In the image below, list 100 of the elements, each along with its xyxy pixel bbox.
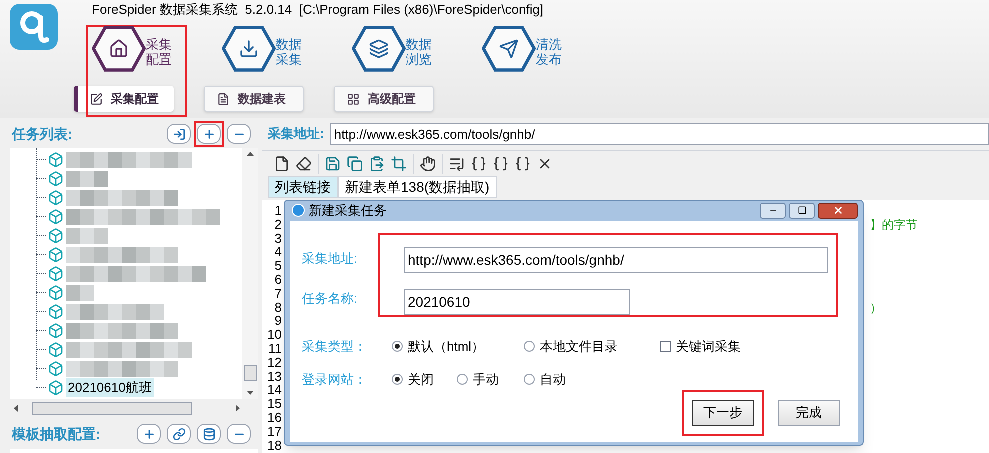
link-button[interactable] — [167, 424, 191, 444]
braces-icon[interactable] — [471, 156, 487, 172]
paste-icon[interactable] — [369, 156, 385, 172]
radio-button[interactable] — [524, 374, 535, 386]
cube-icon — [48, 380, 64, 396]
nav-button[interactable] — [92, 26, 146, 72]
line-number: 8 — [274, 300, 282, 314]
copy-icon[interactable] — [347, 156, 363, 172]
editor-tab[interactable]: 列表链接 — [268, 176, 338, 198]
line-number: 4 — [274, 245, 282, 260]
editor-tab[interactable]: 新建表单138(数据抽取) — [338, 176, 497, 198]
cube-icon — [48, 246, 64, 262]
sub-tab[interactable]: 高级配置 — [334, 86, 434, 112]
panel-title: 任务列表: — [12, 124, 73, 144]
import-button[interactable] — [167, 124, 191, 144]
send-icon — [499, 38, 519, 59]
cube-icon — [48, 284, 64, 300]
plus-icon — [142, 428, 156, 440]
cube-icon — [48, 228, 64, 244]
option-text: 默认（html） — [408, 338, 485, 356]
scroll-right-icon[interactable] — [236, 404, 240, 412]
grid-icon — [347, 92, 360, 106]
database-icon — [202, 428, 216, 440]
option-text: 自动 — [540, 371, 566, 389]
cube-icon — [48, 304, 64, 320]
radio-button[interactable] — [392, 374, 403, 386]
line-number: 7 — [274, 286, 282, 301]
vertical-scrollbar[interactable] — [242, 148, 258, 399]
app-logo — [10, 4, 58, 50]
nav-button[interactable] — [482, 26, 536, 72]
blurred-label — [66, 170, 108, 186]
blurred-label — [66, 228, 108, 244]
nav-label: 采集 配置 — [146, 36, 172, 67]
cube-icon — [48, 208, 64, 224]
pencil-icon — [90, 92, 103, 106]
address-label: 采集地址: — [268, 125, 324, 144]
scroll-thumb[interactable] — [32, 402, 192, 414]
braces-icon[interactable] — [515, 156, 531, 172]
radio-button[interactable] — [457, 374, 468, 386]
app-icon — [292, 204, 305, 218]
address-field[interactable]: http://www.esk365.com/tools/gnhb/ — [330, 123, 989, 145]
scroll-up-icon[interactable] — [246, 152, 254, 156]
sub-tab[interactable]: 采集配置 — [74, 86, 174, 112]
scroll-down-icon[interactable] — [246, 391, 254, 395]
panel-title: 模板抽取配置: — [12, 424, 101, 444]
database-button[interactable] — [197, 424, 221, 444]
text-field[interactable]: 20210610 — [404, 288, 630, 314]
line-number: 12 — [268, 356, 282, 370]
dialog-button[interactable]: 完成 — [778, 400, 840, 426]
line-number: 2 — [274, 218, 282, 232]
cube-icon — [48, 360, 64, 376]
tree-item[interactable]: 20210610航班 — [66, 378, 154, 398]
dialog-title: 新建采集任务 — [309, 202, 387, 220]
remove-button[interactable] — [227, 124, 251, 144]
add-button[interactable] — [137, 424, 161, 444]
option-text: 关键词采集 — [676, 338, 741, 356]
link-icon — [172, 428, 186, 440]
document-icon — [217, 92, 230, 106]
import-icon — [172, 128, 186, 140]
field-label: 采集地址: — [302, 250, 359, 268]
radio-button[interactable] — [392, 340, 403, 352]
line-number: 13 — [268, 370, 282, 384]
text-field[interactable]: http://www.esk365.com/tools/gnhb/ — [404, 246, 828, 272]
line-number: 5 — [274, 259, 282, 273]
close-icon — [832, 205, 844, 216]
maximize-icon — [798, 206, 806, 216]
hand-icon[interactable] — [420, 156, 436, 172]
maximize-button[interactable] — [789, 202, 815, 219]
nav-button[interactable] — [222, 26, 276, 72]
download-icon — [239, 38, 259, 59]
save-icon[interactable] — [325, 156, 341, 172]
line-number: 17 — [268, 424, 282, 439]
sub-tab[interactable]: 数据建表 — [204, 86, 304, 112]
line-number: 11 — [268, 342, 282, 356]
nav-label: 数据 采集 — [276, 36, 302, 67]
code-text: ） — [870, 300, 882, 315]
radio-button[interactable] — [524, 340, 535, 352]
braces-icon[interactable] — [493, 156, 509, 172]
remove-button[interactable] — [227, 424, 251, 444]
layers-icon — [369, 38, 389, 59]
checkbox[interactable] — [660, 340, 671, 352]
option-label: 采集类型： — [302, 338, 368, 356]
eraser-icon[interactable] — [296, 156, 312, 172]
field-label: 任务名称: — [302, 290, 359, 308]
scroll-thumb[interactable] — [244, 365, 256, 381]
nav-label: 数据 浏览 — [406, 36, 432, 67]
scroll-left-icon[interactable] — [14, 404, 18, 412]
crop-icon[interactable] — [391, 156, 407, 172]
cube-icon — [48, 342, 64, 358]
close-button[interactable] — [818, 202, 858, 219]
nav-button[interactable] — [352, 26, 406, 72]
option-text: 关闭 — [408, 371, 434, 389]
new-file-icon[interactable] — [274, 156, 290, 172]
list-icon[interactable] — [449, 156, 465, 172]
line-number: 18 — [268, 438, 282, 452]
cube-icon — [48, 152, 64, 168]
cube-icon — [48, 266, 64, 282]
line-number: 3 — [274, 232, 282, 246]
home-icon — [109, 38, 129, 59]
dialog-button[interactable]: 下一步 — [692, 400, 754, 426]
